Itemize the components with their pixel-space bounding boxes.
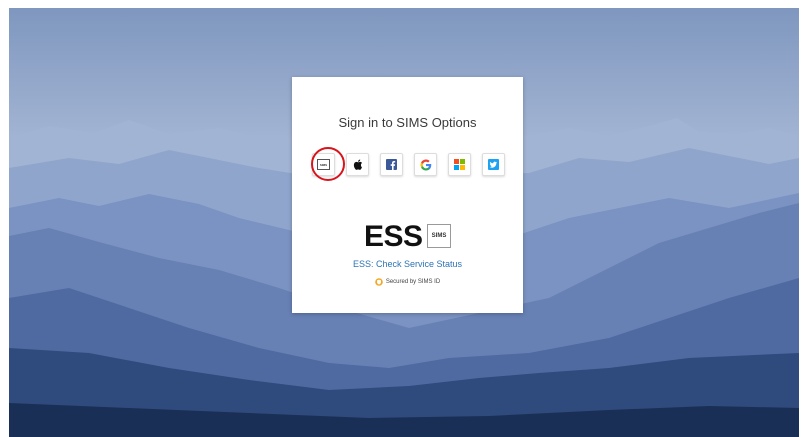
apple-login-button[interactable] (346, 153, 369, 176)
facebook-icon (386, 159, 397, 170)
brand-logos: ESS SIMS (292, 219, 523, 255)
google-icon (420, 159, 431, 170)
sims-id-icon: SIMS (317, 159, 330, 170)
status-prefix: ESS: (352, 259, 376, 269)
microsoft-icon (454, 159, 465, 170)
secured-by-badge: Secured by SIMS ID (292, 278, 523, 286)
service-status-link-row: ESS: Check Service Status (292, 259, 523, 269)
login-card: Sign in to SIMS Options SIMS ESS SIMS ES… (292, 77, 523, 313)
sims-id-login-button[interactable]: SIMS (312, 153, 335, 176)
service-status-link[interactable]: Check Service Status (376, 259, 462, 269)
provider-button-row: SIMS (312, 153, 505, 179)
facebook-login-button[interactable] (380, 153, 403, 176)
twitter-login-button[interactable] (482, 153, 505, 176)
secured-text: Secured by SIMS ID (385, 279, 441, 285)
microsoft-login-button[interactable] (448, 153, 471, 176)
page-title: Sign in to SIMS Options (338, 115, 477, 130)
sims-logo-text: SIMS (431, 233, 447, 239)
ess-logo: ESS (364, 220, 423, 253)
sims-tile-label: SIMS (319, 162, 328, 167)
sims-logo: SIMS (427, 224, 451, 248)
apple-icon (353, 159, 362, 170)
google-login-button[interactable] (414, 153, 437, 176)
twitter-icon (488, 159, 499, 170)
shield-icon (375, 278, 383, 286)
